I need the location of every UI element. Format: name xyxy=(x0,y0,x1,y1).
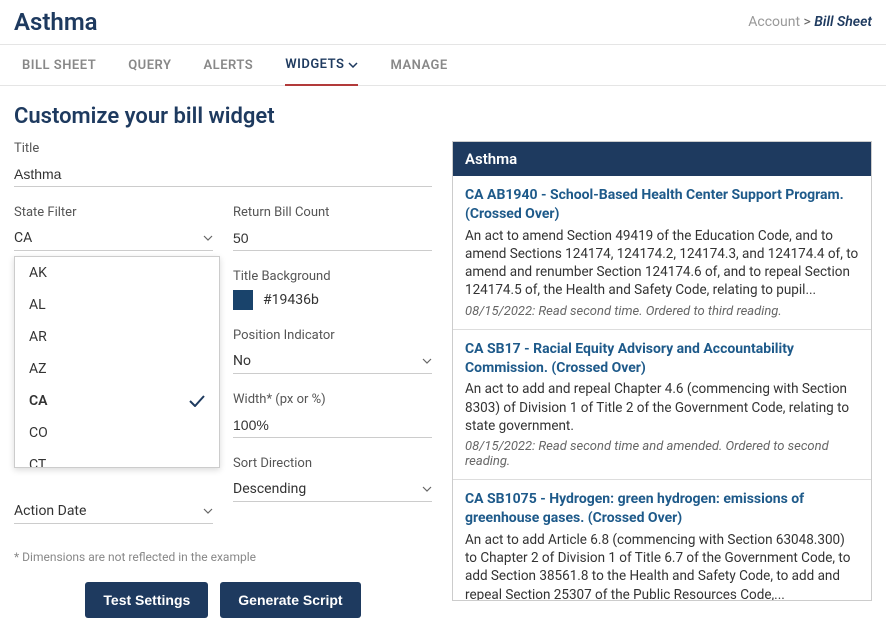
preview-panel: Asthma CA AB1940 - School-Based Health C… xyxy=(452,141,872,601)
tabs: BILL SHEET QUERY ALERTS WIDGETS MANAGE xyxy=(0,45,886,86)
title-bg-label: Title Background xyxy=(233,269,432,284)
bill-title[interactable]: CA SB17 - Racial Equity Advisory and Acc… xyxy=(465,340,859,378)
tab-widgets[interactable]: WIDGETS xyxy=(285,57,358,86)
bill-item[interactable]: CA AB1940 - School-Based Health Center S… xyxy=(453,176,871,330)
header: Asthma Account > Bill Sheet xyxy=(0,0,886,45)
test-settings-button[interactable]: Test Settings xyxy=(85,582,208,618)
check-icon xyxy=(189,395,205,407)
generate-script-button[interactable]: Generate Script xyxy=(220,582,360,618)
width-input[interactable] xyxy=(233,413,432,438)
bill-title[interactable]: CA AB1940 - School-Based Health Center S… xyxy=(465,186,859,224)
tab-alerts[interactable]: ALERTS xyxy=(203,57,253,85)
bill-desc: An act to amend Section 49419 of the Edu… xyxy=(465,227,859,300)
title-input[interactable] xyxy=(14,162,432,187)
breadcrumb-sep: > xyxy=(804,14,811,30)
position-indicator-label: Position Indicator xyxy=(233,328,432,343)
preview-list[interactable]: CA AB1940 - School-Based Health Center S… xyxy=(453,176,871,600)
bill-desc: An act to add Article 6.8 (commencing wi… xyxy=(465,531,859,600)
title-label: Title xyxy=(14,141,432,156)
tab-bill-sheet[interactable]: BILL SHEET xyxy=(22,57,96,85)
bill-item[interactable]: CA SB17 - Racial Equity Advisory and Acc… xyxy=(453,330,871,480)
position-indicator-select[interactable]: No xyxy=(233,349,432,374)
color-swatch[interactable] xyxy=(233,290,253,310)
tab-widgets-label: WIDGETS xyxy=(285,57,344,72)
state-option-ca[interactable]: CA xyxy=(15,385,219,417)
bill-desc: An act to add and repeal Chapter 4.6 (co… xyxy=(465,380,859,435)
sort-direction-select[interactable]: Descending xyxy=(233,477,432,502)
bill-status: 08/15/2022: Read second time. Ordered to… xyxy=(465,304,859,319)
breadcrumb-billsheet[interactable]: Bill Sheet xyxy=(814,14,872,30)
chevron-down-icon xyxy=(348,62,358,68)
width-label: Width* (px or %) xyxy=(233,392,432,407)
preview-title: Asthma xyxy=(453,142,871,176)
return-count-input[interactable] xyxy=(233,226,432,251)
breadcrumb: Account > Bill Sheet xyxy=(748,14,872,30)
color-hex: #19436b xyxy=(263,292,319,308)
state-option-al[interactable]: AL xyxy=(15,289,219,321)
state-option-ct[interactable]: CT xyxy=(15,449,219,467)
bill-title[interactable]: CA SB1075 - Hydrogen: green hydrogen: em… xyxy=(465,490,859,528)
action-date-value: Action Date xyxy=(14,503,86,519)
breadcrumb-account[interactable]: Account xyxy=(748,14,800,30)
tab-manage[interactable]: MANAGE xyxy=(390,57,447,85)
form-panel: Title State Filter CA Action Date xyxy=(14,141,432,618)
return-count-label: Return Bill Count xyxy=(233,205,432,220)
state-option-ar[interactable]: AR xyxy=(15,321,219,353)
sort-direction-value: Descending xyxy=(233,481,306,497)
state-filter-select[interactable]: CA xyxy=(14,226,213,251)
dimensions-footnote: * Dimensions are not reflected in the ex… xyxy=(14,550,432,564)
state-option-ak[interactable]: AK xyxy=(15,257,219,289)
page-title-main: Asthma xyxy=(14,8,98,36)
sort-direction-label: Sort Direction xyxy=(233,456,432,471)
position-indicator-value: No xyxy=(233,353,251,369)
state-option-co[interactable]: CO xyxy=(15,417,219,449)
chevron-down-icon xyxy=(203,235,213,241)
customize-heading: Customize your bill widget xyxy=(0,86,886,141)
state-option-az[interactable]: AZ xyxy=(15,353,219,385)
bill-item[interactable]: CA SB1075 - Hydrogen: green hydrogen: em… xyxy=(453,480,871,600)
bill-status: 08/15/2022: Read second time and amended… xyxy=(465,439,859,469)
chevron-down-icon xyxy=(203,508,213,514)
state-dropdown: AK AL AR AZ CA CO CT xyxy=(14,256,220,468)
tab-query[interactable]: QUERY xyxy=(128,57,171,85)
chevron-down-icon xyxy=(422,358,432,364)
action-date-select[interactable]: Action Date xyxy=(14,499,213,524)
chevron-down-icon xyxy=(422,486,432,492)
state-filter-value: CA xyxy=(14,230,32,246)
state-filter-label: State Filter xyxy=(14,205,213,220)
state-dropdown-list[interactable]: AK AL AR AZ CA CO CT xyxy=(15,257,219,467)
